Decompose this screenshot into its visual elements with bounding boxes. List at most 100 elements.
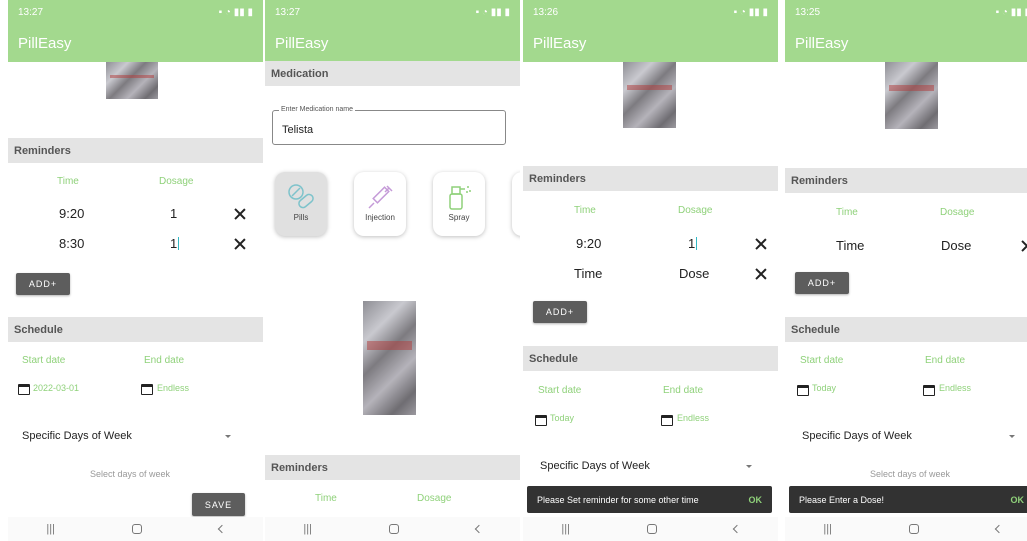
nav-recents-icon[interactable]: ||| bbox=[823, 523, 832, 535]
type-label: Injection bbox=[365, 213, 395, 222]
calendar-icon[interactable] bbox=[923, 385, 935, 396]
app-bar: PillEasy bbox=[523, 24, 778, 62]
schedule-title: Schedule bbox=[791, 323, 840, 336]
app-title: PillEasy bbox=[795, 34, 849, 52]
status-icons: ▪ ◔ ▮▮ ▮ bbox=[218, 6, 253, 18]
end-date-value[interactable]: Endless bbox=[157, 383, 189, 393]
dropdown-caret-icon[interactable] bbox=[746, 465, 752, 468]
time-column-header: Time bbox=[836, 207, 858, 218]
reminder-dose-placeholder[interactable]: Dose bbox=[679, 266, 709, 281]
dosage-column-header: Dosage bbox=[940, 207, 975, 218]
close-icon[interactable] bbox=[234, 238, 246, 250]
end-date-value[interactable]: Endless bbox=[677, 413, 709, 423]
frequency-dropdown[interactable]: Specific Days of Week bbox=[22, 430, 132, 442]
reminder-time-placeholder[interactable]: Time bbox=[574, 266, 602, 281]
end-date-label: End date bbox=[925, 355, 966, 366]
calendar-icon[interactable] bbox=[535, 415, 547, 426]
nav-home-icon[interactable] bbox=[388, 524, 399, 534]
reminder-dose[interactable]: 1 bbox=[170, 206, 177, 221]
reminders-section-header: Reminders bbox=[785, 168, 1027, 193]
add-reminder-button[interactable]: ADD+ bbox=[795, 272, 849, 294]
start-date-value[interactable]: 2022-03-01 bbox=[33, 383, 79, 393]
add-reminder-button[interactable]: ADD+ bbox=[533, 301, 587, 323]
calendar-icon[interactable] bbox=[661, 415, 673, 426]
days-of-week-hint: Select days of week bbox=[870, 469, 951, 479]
reminders-section-header: Reminders bbox=[8, 138, 263, 163]
start-date-value[interactable]: Today bbox=[550, 413, 574, 423]
medication-photo bbox=[363, 301, 416, 415]
system-nav-bar: ||| bbox=[8, 517, 263, 541]
add-reminder-button[interactable]: ADD+ bbox=[16, 273, 70, 295]
status-bar: 13:27 ▪ ◔ ▮▮ ▮ bbox=[8, 0, 263, 24]
reminder-time[interactable]: 8:30 bbox=[59, 236, 84, 251]
close-icon[interactable] bbox=[234, 208, 246, 220]
start-date-label: Start date bbox=[538, 385, 582, 396]
nav-back-icon[interactable] bbox=[732, 524, 741, 534]
type-label: Pills bbox=[293, 213, 309, 222]
reminder-time-placeholder[interactable]: Time bbox=[836, 238, 864, 253]
days-of-week-hint: Select days of week bbox=[90, 469, 171, 479]
close-icon[interactable] bbox=[755, 268, 767, 280]
type-card-more[interactable] bbox=[512, 172, 520, 236]
nav-back-icon[interactable] bbox=[994, 524, 1003, 534]
nav-recents-icon[interactable]: ||| bbox=[303, 523, 312, 535]
medication-photo bbox=[885, 62, 938, 129]
dropdown-caret-icon[interactable] bbox=[1009, 435, 1015, 438]
status-bar: 13:25 ▪ ◔ ▮▮ ▮ bbox=[785, 0, 1027, 24]
status-bar: 13:26 ▪ ◔ ▮▮ ▮ bbox=[523, 0, 778, 24]
end-date-value[interactable]: Endless bbox=[939, 383, 971, 393]
dosage-column-header: Dosage bbox=[678, 205, 713, 216]
app-bar: PillEasy bbox=[785, 24, 1027, 62]
reminders-title: Reminders bbox=[529, 172, 586, 185]
app-bar: PillEasy bbox=[8, 24, 263, 62]
reminder-time[interactable]: 9:20 bbox=[59, 206, 84, 221]
time-column-header: Time bbox=[315, 493, 337, 504]
frequency-dropdown[interactable]: Specific Days of Week bbox=[802, 430, 912, 442]
dropdown-caret-icon[interactable] bbox=[225, 435, 231, 438]
system-nav-bar: ||| bbox=[523, 517, 778, 541]
medication-title: Medication bbox=[271, 67, 329, 80]
medication-name-value[interactable]: Telista bbox=[282, 124, 313, 136]
calendar-icon[interactable] bbox=[797, 385, 809, 396]
snackbar-ok-button[interactable]: OK bbox=[749, 495, 763, 505]
screen-medication: 13:27 ▪ ◔ ▮▮ ▮ PillEasy Medication Enter… bbox=[265, 0, 520, 541]
end-date-label: End date bbox=[144, 355, 185, 366]
medication-section-header: Medication bbox=[265, 61, 520, 86]
save-button[interactable]: SAVE bbox=[192, 493, 245, 516]
reminder-time[interactable]: 9:20 bbox=[576, 236, 601, 251]
nav-back-icon[interactable] bbox=[217, 524, 226, 534]
type-card-injection[interactable]: Injection bbox=[354, 172, 406, 236]
status-time: 13:26 bbox=[533, 6, 559, 18]
nav-home-icon[interactable] bbox=[646, 524, 657, 534]
snackbar-message: Please Set reminder for some other time bbox=[537, 494, 699, 505]
close-icon[interactable] bbox=[1021, 240, 1027, 252]
medication-name-label: Enter Medication name bbox=[279, 106, 355, 113]
snackbar-message: Please Enter a Dose! bbox=[799, 494, 885, 505]
snackbar-ok-button[interactable]: OK bbox=[1011, 495, 1025, 505]
calendar-icon[interactable] bbox=[141, 384, 153, 395]
time-column-header: Time bbox=[574, 205, 596, 216]
start-date-label: Start date bbox=[800, 355, 844, 366]
nav-recents-icon[interactable]: ||| bbox=[561, 523, 570, 535]
medication-photo bbox=[623, 62, 676, 128]
nav-home-icon[interactable] bbox=[908, 524, 919, 534]
reminders-title: Reminders bbox=[271, 461, 328, 474]
type-card-spray[interactable]: Spray bbox=[433, 172, 485, 236]
status-bar: 13:27 ▪ ◔ ▮▮ ▮ bbox=[265, 0, 520, 24]
nav-recents-icon[interactable]: ||| bbox=[46, 523, 55, 535]
start-date-value[interactable]: Today bbox=[812, 383, 836, 393]
nav-home-icon[interactable] bbox=[131, 524, 142, 534]
dosage-column-header: Dosage bbox=[159, 176, 194, 187]
dosage-column-header: Dosage bbox=[417, 493, 452, 504]
frequency-dropdown[interactable]: Specific Days of Week bbox=[540, 460, 650, 472]
snackbar: Please Enter a Dose! OK bbox=[789, 486, 1027, 513]
screen-reminder-error: 13:26 ▪ ◔ ▮▮ ▮ PillEasy Reminders Time D… bbox=[523, 0, 778, 541]
reminder-dose[interactable]: 1 bbox=[688, 236, 698, 251]
close-icon[interactable] bbox=[755, 238, 767, 250]
type-card-pills[interactable]: Pills bbox=[275, 172, 327, 236]
nav-back-icon[interactable] bbox=[474, 524, 483, 534]
app-bar: PillEasy bbox=[265, 24, 520, 62]
reminder-dose[interactable]: 1 bbox=[170, 236, 180, 251]
reminder-dose-placeholder[interactable]: Dose bbox=[941, 238, 971, 253]
calendar-icon[interactable] bbox=[18, 384, 30, 395]
